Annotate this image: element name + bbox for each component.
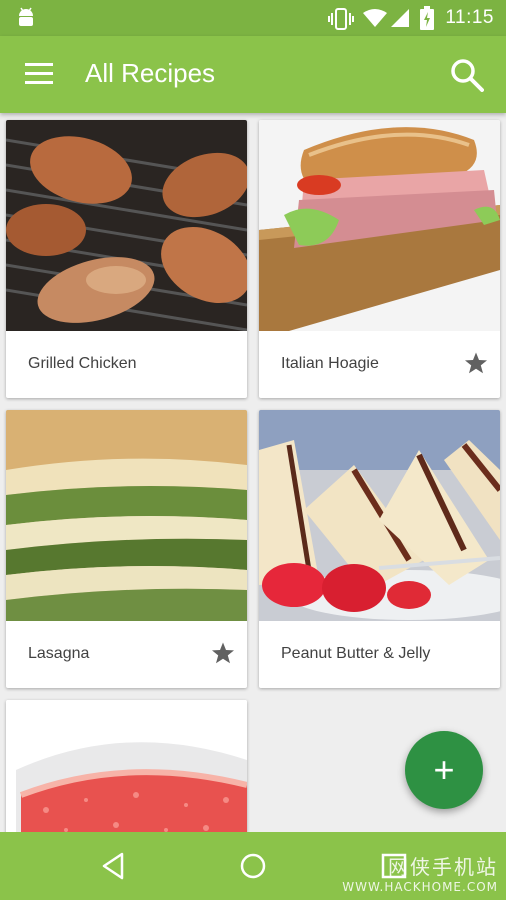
home-icon[interactable]: [237, 850, 269, 882]
recipe-name: Lasagna: [28, 645, 90, 662]
recipe-card-lasagna[interactable]: Lasagna: [6, 410, 247, 688]
add-recipe-button[interactable]: +: [405, 731, 483, 809]
recipe-card-peanut-butter-jelly[interactable]: Peanut Butter & Jelly: [259, 410, 500, 688]
recipe-card-smoothie[interactable]: [6, 700, 247, 840]
watermark: 网侠手机站 WWW.HACKHOME.COM: [342, 851, 498, 894]
search-icon[interactable]: [450, 58, 484, 92]
recipe-name: Peanut Butter & Jelly: [281, 645, 431, 662]
back-icon[interactable]: [98, 850, 130, 882]
recipe-caption: Grilled Chicken: [6, 331, 247, 398]
recipe-name: Italian Hoagie: [281, 355, 379, 372]
status-bar: 11:15: [0, 0, 506, 36]
recipe-image-grilled-chicken: [6, 120, 247, 331]
recipe-card-grilled-chicken[interactable]: Grilled Chicken: [6, 120, 247, 398]
favorite-star-icon[interactable]: [464, 351, 488, 375]
recipe-image-italian-hoagie: [259, 120, 500, 331]
wifi-icon: [363, 9, 387, 27]
recipe-image-peanut-butter-jelly: [259, 410, 500, 621]
app-bar: All Recipes: [0, 36, 506, 113]
recipe-name: Grilled Chicken: [28, 355, 137, 372]
page-title: All Recipes: [85, 58, 216, 88]
watermark-url: WWW.HACKHOME.COM: [342, 880, 498, 894]
favorite-star-icon[interactable]: [211, 641, 235, 665]
recipe-caption: Italian Hoagie: [259, 331, 500, 398]
recipe-caption: Lasagna: [6, 621, 247, 688]
vibrate-icon: [328, 8, 354, 30]
android-icon: [19, 7, 33, 26]
navigation-bar: 网侠手机站 WWW.HACKHOME.COM: [0, 832, 506, 900]
battery-icon: [420, 6, 434, 30]
cell-signal-icon: [391, 9, 409, 27]
recipe-image-smoothie: [6, 700, 247, 840]
recipe-card-italian-hoagie[interactable]: Italian Hoagie: [259, 120, 500, 398]
watermark-title: 网侠手机站: [388, 855, 498, 879]
recipe-caption: Peanut Butter & Jelly: [259, 621, 500, 688]
menu-icon[interactable]: [25, 63, 53, 85]
recipe-image-lasagna: [6, 410, 247, 621]
status-time: 11:15: [445, 7, 494, 28]
